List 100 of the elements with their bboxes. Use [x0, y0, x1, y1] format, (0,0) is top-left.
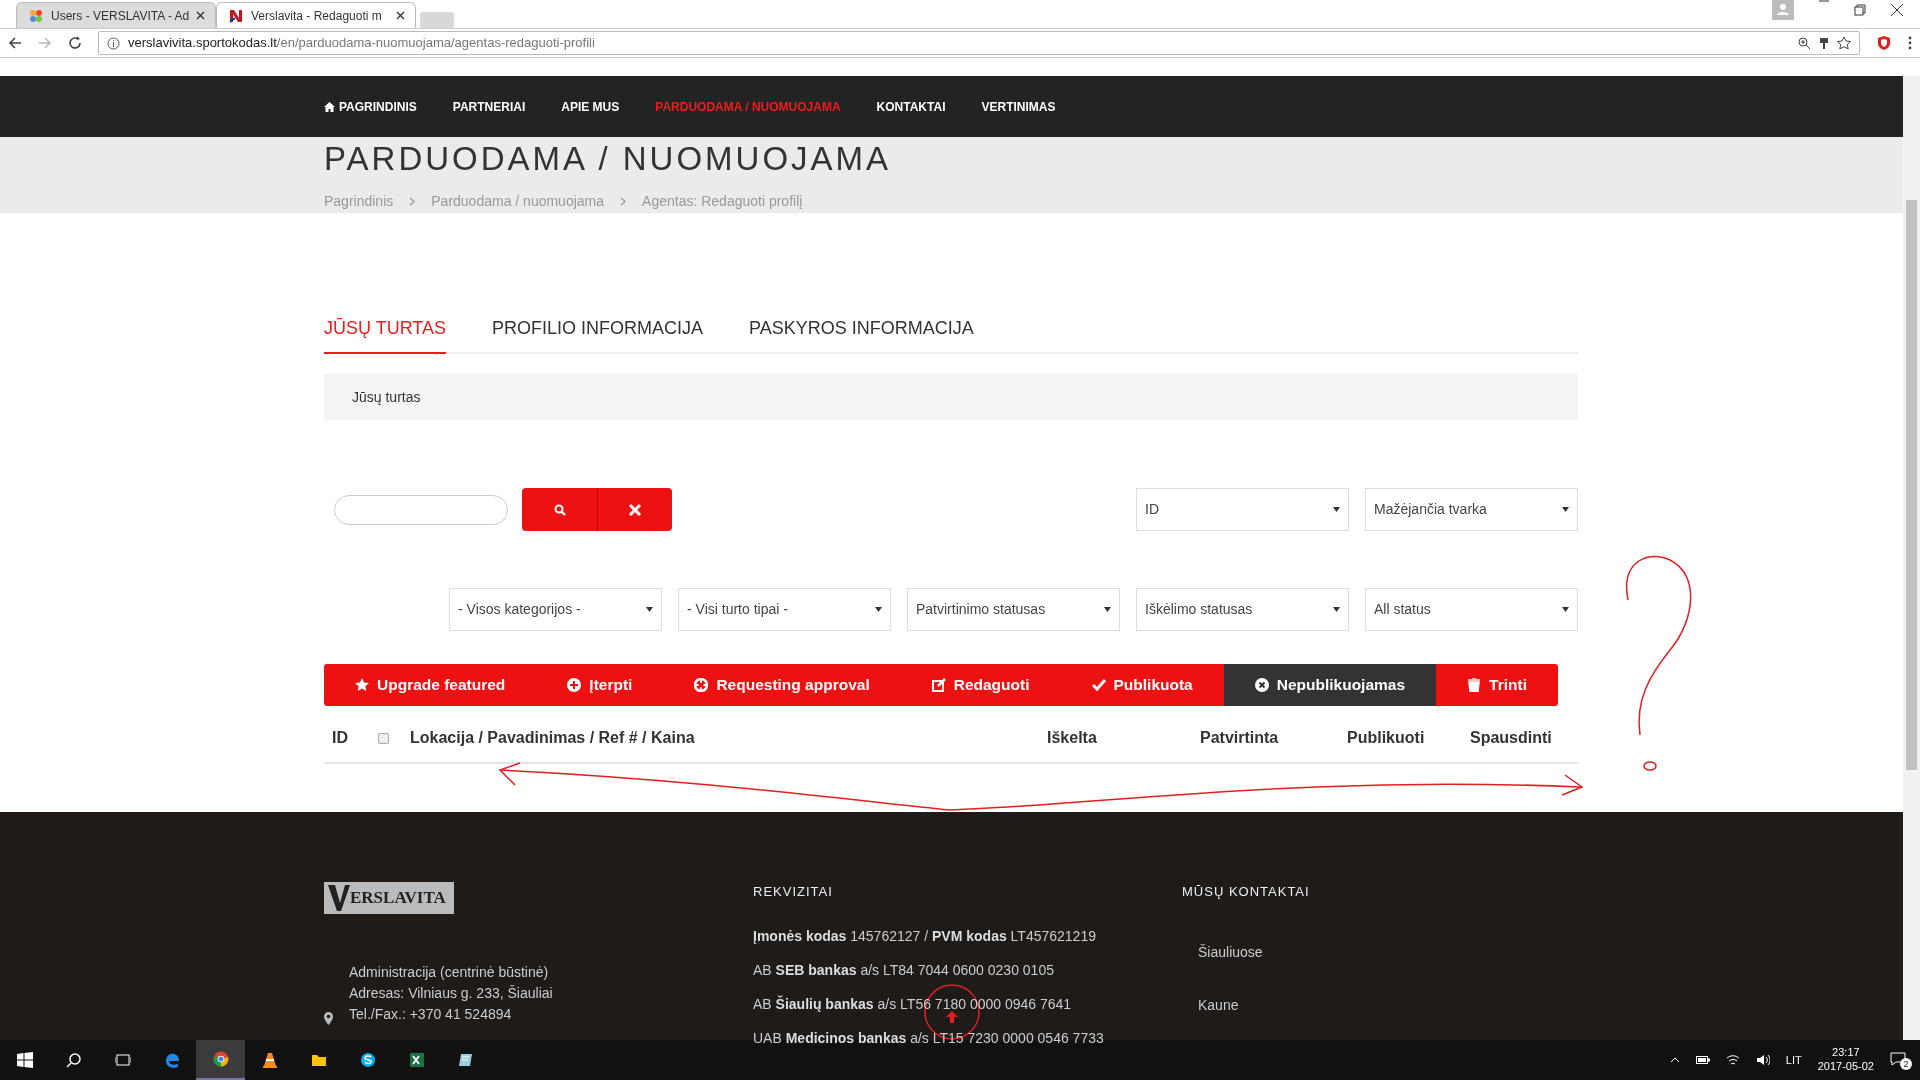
nav-link[interactable]: PARTNERIAI	[452, 97, 526, 116]
star-icon	[355, 678, 369, 692]
contact-link[interactable]: Kaune	[1198, 994, 1310, 1016]
caret-icon	[646, 607, 653, 612]
nav-link[interactable]: APIE MUS	[561, 97, 620, 116]
tab-title: Users - VERSLAVITA - Ad	[51, 7, 190, 25]
spreadsheet-icon	[408, 1052, 425, 1068]
close-icon	[196, 11, 205, 20]
select-field[interactable]: Iškėlimo statusas	[1136, 588, 1349, 631]
address-line: Adresas: Vilniaus g. 233, Šiauliai	[349, 984, 553, 1003]
search-field[interactable]	[334, 494, 508, 525]
info-icon	[107, 36, 120, 50]
check-icon	[1091, 678, 1106, 692]
caret-icon	[1333, 607, 1340, 612]
task-view-icon	[114, 1052, 131, 1068]
address-line: Administracija (centrinė būstinė)	[349, 963, 550, 982]
notepad-icon	[457, 1052, 474, 1068]
footer-heading: REKVIZITAI	[753, 883, 834, 901]
profile-tab[interactable]: PASKYROS INFORMACIJA	[749, 314, 974, 352]
requisites-line: Įmonės kodas 145762127 / PVM kodas LT457621219	[753, 926, 1097, 946]
nav-link[interactable]: KONTAKTAI	[876, 97, 946, 116]
contact-link[interactable]: Šiauliuose	[1198, 941, 1310, 963]
battery-icon	[1695, 1056, 1710, 1064]
tab-title: Verslavita - Redaguoti m	[251, 7, 382, 25]
chevron-up-icon	[1669, 1057, 1680, 1063]
column-header: Publikuoti	[1347, 729, 1425, 746]
zoom-icon	[1798, 36, 1811, 50]
shield-icon	[1876, 35, 1892, 51]
logo-v-icon	[328, 885, 350, 911]
select-field[interactable]: Patvirtinimo statusas	[907, 588, 1120, 631]
windows-logo-icon	[16, 1052, 33, 1068]
address-bar[interactable]: verslavivita.sportokodas.lt/en/parduodama-nuomuojama/agentas-redaguoti-profili	[98, 31, 1860, 55]
traffic-cone-icon	[261, 1052, 278, 1068]
minimize-icon	[1818, 0, 1830, 2]
back-arrow-icon	[8, 36, 22, 50]
action-button[interactable]: Trinti	[1436, 664, 1558, 706]
clock[interactable]: 23:17 2017-05-02	[1817, 1046, 1874, 1074]
select-field[interactable]: ID	[1136, 488, 1349, 531]
site-logo: ERSLAVITA	[324, 882, 454, 914]
more-menu-icon	[1908, 36, 1912, 50]
select-field[interactable]: - Visi turto tipai -	[678, 588, 891, 631]
joomla-logo-icon	[29, 9, 43, 23]
browser-tab[interactable]: Verslavita - Redaguoti m	[216, 2, 416, 28]
select-field[interactable]: Mažėjančia tvarka	[1365, 488, 1578, 531]
action-button[interactable]: Requesting approval	[663, 664, 901, 706]
close-icon	[628, 502, 642, 517]
action-button[interactable]: Upgrade featured	[324, 664, 537, 706]
select-all-checkbox[interactable]	[378, 732, 389, 744]
column-header: Spausdinti	[1470, 729, 1552, 746]
address-line: Tel./Fax.: +370 41 524894	[349, 1005, 513, 1024]
column-header: Iškelta	[1047, 729, 1097, 746]
select-field[interactable]: All status	[1365, 588, 1578, 631]
taskbar-app[interactable]	[196, 1040, 245, 1080]
caret-icon	[1562, 507, 1569, 512]
column-header: Patvirtinta	[1200, 729, 1279, 746]
nav-link[interactable]: VERTINIMAS	[981, 97, 1056, 116]
key-icon	[1819, 36, 1829, 50]
action-button[interactable]: Nepublikuojamas	[1223, 664, 1437, 706]
chrome-browser-icon	[212, 1051, 229, 1067]
reload-icon	[68, 36, 82, 50]
panel-title: Jūsų turtas	[352, 387, 421, 407]
forward-arrow-icon	[38, 36, 52, 50]
column-header: Lokacija / Pavadinimas / Ref # / Kaina	[410, 729, 695, 746]
speaker-icon	[1755, 1054, 1770, 1066]
scrollbar[interactable]	[1903, 76, 1920, 1040]
action-button[interactable]: Publikuota	[1060, 664, 1224, 706]
notification-count-badge: 2	[1900, 1058, 1912, 1070]
chevron-right-icon	[620, 197, 627, 206]
action-button[interactable]: Įterpti	[536, 664, 664, 706]
site-logo-icon	[229, 9, 243, 23]
profile-tab[interactable]: JŪSŲ TURTAS	[324, 314, 447, 354]
wifi-icon	[1725, 1054, 1740, 1066]
close-icon	[396, 11, 405, 20]
nav-link[interactable]: PAGRINDINIS	[324, 97, 417, 116]
caret-icon	[1333, 507, 1340, 512]
browser-tab[interactable]: Users - VERSLAVITA - Ad	[16, 2, 216, 28]
page-title: PARDUODAMA / NUOMUOJAMA	[324, 139, 893, 175]
close-circle-icon	[1254, 678, 1269, 692]
notifications-button[interactable]: 2	[1890, 1050, 1912, 1070]
caret-icon	[875, 607, 882, 612]
caret-icon	[1562, 607, 1569, 612]
language-indicator[interactable]: LIT	[1785, 1051, 1802, 1069]
home-icon	[324, 101, 335, 112]
nav-link[interactable]: PARDUODAMA / NUOMUOJAMA	[655, 97, 841, 116]
scrollbar-thumb[interactable]	[1906, 200, 1917, 770]
select-field[interactable]: - Visos kategorijos -	[449, 588, 662, 631]
skype-icon	[359, 1052, 376, 1068]
map-pin-icon	[324, 1012, 333, 1025]
requisites-line: AB SEB bankas a/s LT84 7044 0600 0230 0105	[753, 960, 1055, 980]
profile-tab[interactable]: PROFILIO INFORMACIJA	[492, 314, 704, 352]
folder-icon	[310, 1052, 327, 1068]
column-header: ID	[332, 729, 348, 746]
star-icon	[1837, 36, 1851, 50]
plus-circle-icon	[567, 678, 582, 692]
search-icon	[553, 503, 566, 516]
chat-bubble-icon	[1890, 1052, 1906, 1067]
search-icon	[65, 1052, 82, 1068]
lifebuoy-icon	[694, 678, 709, 692]
url-text: verslavivita.sportokodas.lt/en/parduodama-nuomuojama/agentas-redaguoti-profili	[128, 34, 595, 53]
action-button[interactable]: Redaguoti	[900, 664, 1061, 706]
